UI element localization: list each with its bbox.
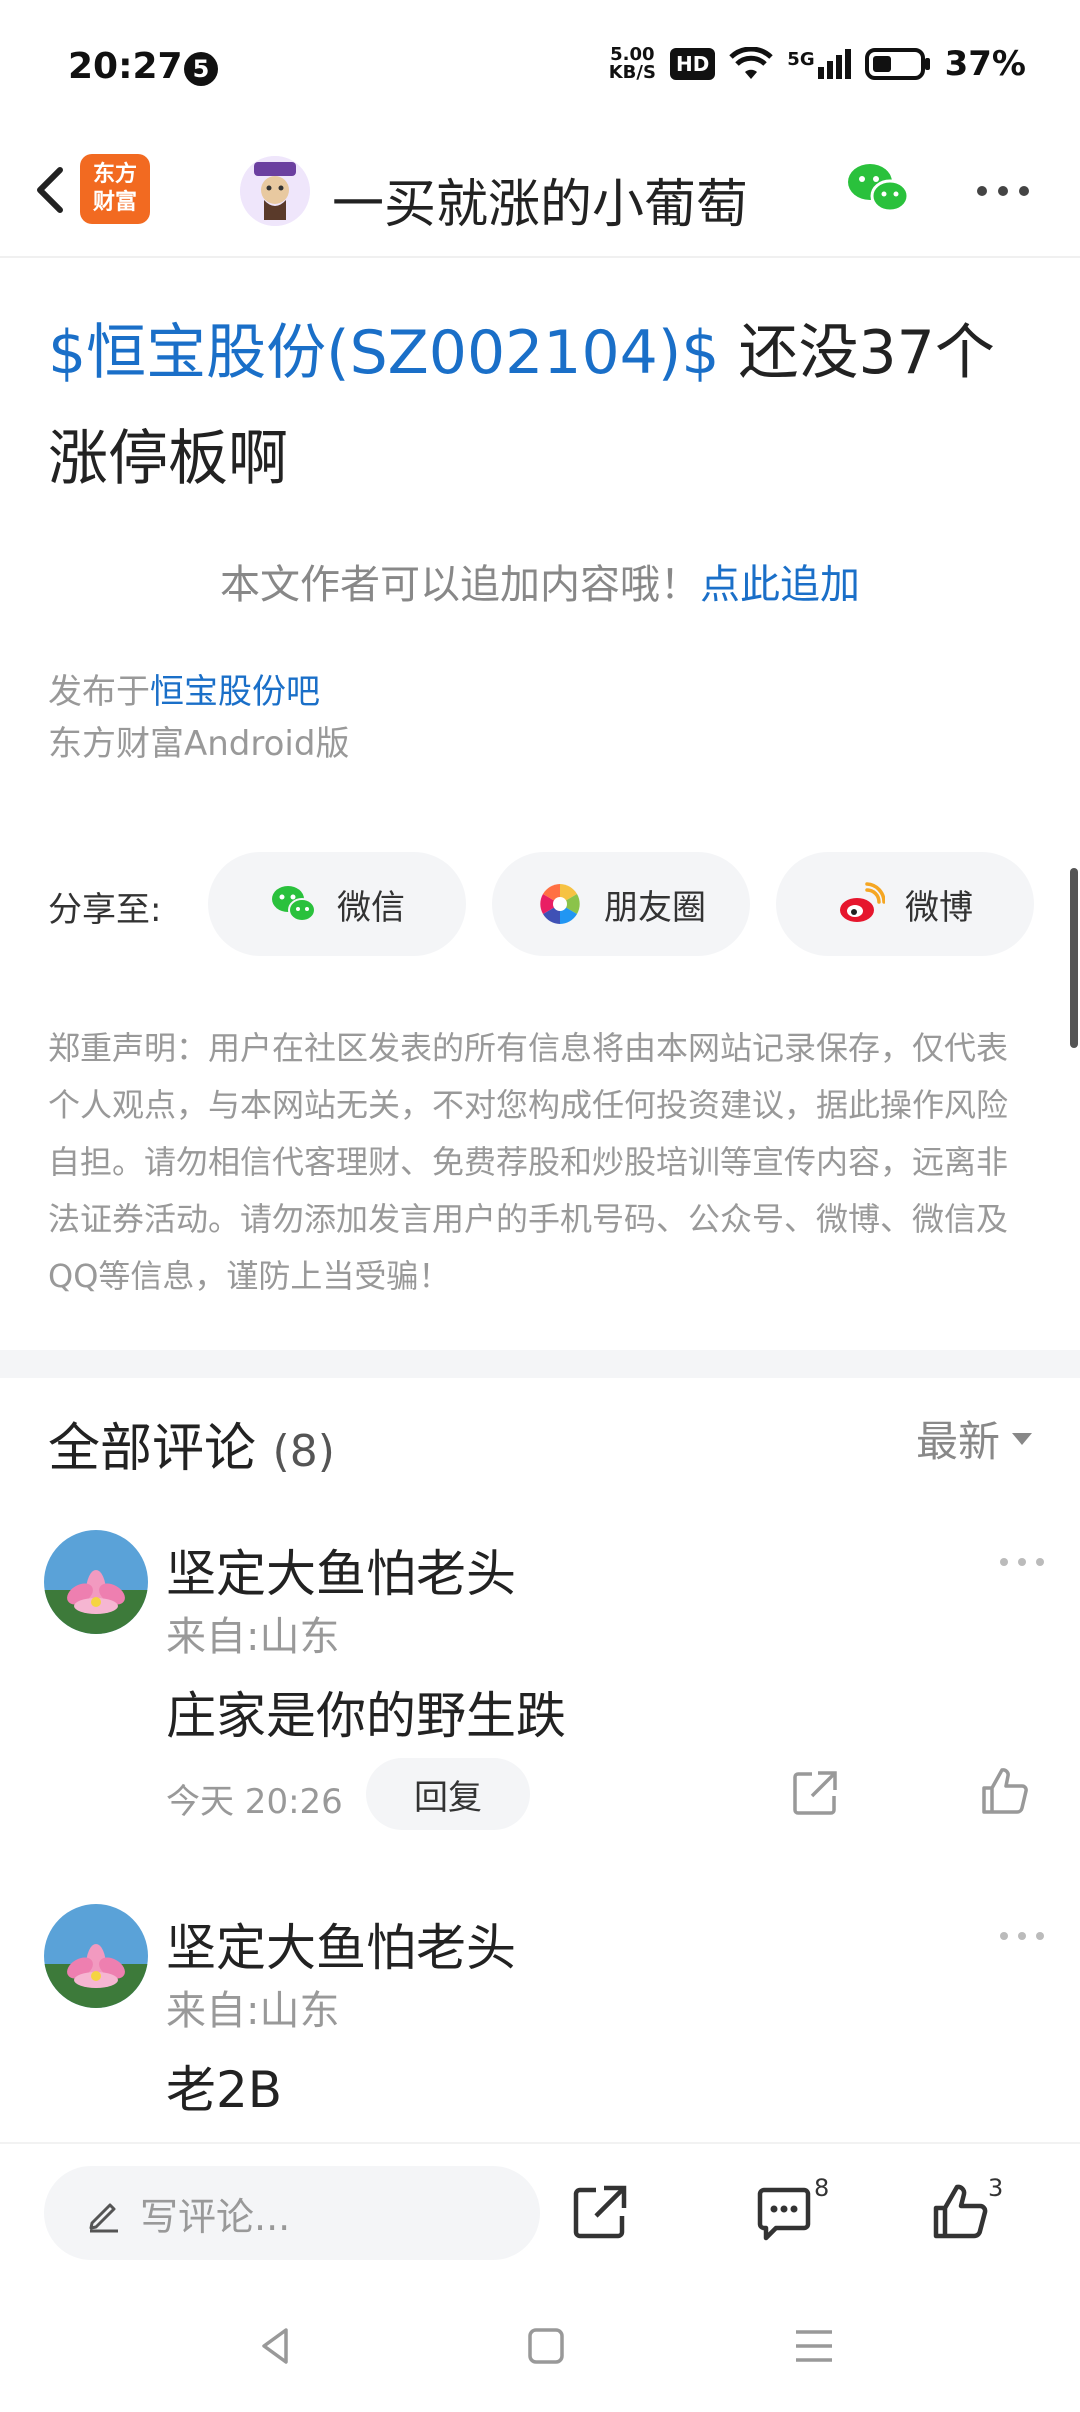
comment-like-icon[interactable] — [980, 1766, 1030, 1816]
comment-more-icon[interactable] — [998, 1930, 1046, 1942]
nav-back-icon[interactable] — [254, 2324, 298, 2368]
battery-percent: 37% — [944, 44, 1026, 84]
back-arrow-icon[interactable] — [22, 160, 82, 220]
wechat-icon[interactable] — [846, 160, 910, 216]
comment-time: 今天 20:26 — [166, 1782, 343, 1822]
append-prompt: 本文作者可以追加内容哦！点此追加 — [220, 562, 860, 608]
nav-menu-icon[interactable] — [792, 2324, 836, 2368]
comment-text: 庄家是你的野生跌 — [166, 1687, 566, 1745]
comment-more-icon[interactable] — [998, 1556, 1046, 1568]
commenter-name[interactable]: 坚定大鱼怕老头 — [166, 1534, 516, 1606]
hd-icon: HD — [669, 48, 716, 80]
author-name[interactable]: 一买就涨的小葡萄 — [332, 162, 748, 237]
commenter-location: 来自:山东 — [166, 1614, 340, 1660]
weibo-icon — [840, 882, 885, 922]
posted-in: 发布于恒宝股份吧 — [48, 672, 320, 712]
comment-share-icon[interactable] — [790, 1768, 840, 1818]
author-avatar[interactable] — [240, 156, 310, 226]
post-title: $恒宝股份(SZ002104)$ 还没37个涨停板啊 — [48, 300, 1038, 512]
reply-button[interactable]: 回复 — [366, 1758, 530, 1830]
write-comment-input[interactable]: 写评论... — [44, 2166, 540, 2260]
like-icon[interactable] — [930, 2182, 990, 2242]
sort-dropdown[interactable]: 最新 — [916, 1408, 1032, 1469]
section-divider — [0, 1350, 1080, 1378]
comments-count: (8) — [272, 1426, 335, 1477]
comments-header: 全部评论 (8) — [48, 1419, 335, 1479]
net-speed: 5.00 KB/S — [608, 44, 656, 83]
status-icons: 5.00 KB/S HD 5G 37% — [609, 44, 1026, 84]
signal-5g-icon: 5G — [787, 49, 851, 79]
status-time: 20:27 — [68, 46, 183, 87]
dropdown-arrow-icon — [1012, 1432, 1032, 1445]
comment-icon[interactable] — [754, 2184, 814, 2244]
share-icon[interactable] — [570, 2182, 630, 2242]
wechat-icon — [272, 886, 316, 922]
scrollbar[interactable] — [1070, 868, 1078, 1048]
battery-icon — [864, 48, 930, 80]
nav-home-icon[interactable] — [524, 2324, 568, 2368]
share-moments-button[interactable]: 朋友圈 — [492, 852, 750, 956]
disclaimer-text: 郑重声明：用户在社区发表的所有信息将由本网站记录保存，仅代表个人观点，与本网站无… — [48, 1029, 1009, 1295]
comment-count: 8 — [814, 2174, 830, 2202]
commenter-avatar[interactable] — [44, 1530, 148, 1634]
share-wechat-button[interactable]: 微信 — [208, 852, 466, 956]
more-options-icon[interactable] — [975, 184, 1031, 198]
append-link[interactable]: 点此追加 — [700, 562, 860, 608]
client-source: 东方财富Android版 — [48, 724, 350, 764]
commenter-name[interactable]: 坚定大鱼怕老头 — [166, 1908, 516, 1980]
share-weibo-button[interactable]: 微博 — [776, 852, 1034, 956]
stock-link[interactable]: $恒宝股份(SZ002104)$ — [48, 318, 719, 388]
forum-link[interactable]: 恒宝股份吧 — [150, 672, 320, 712]
notification-badge: 5 — [184, 52, 218, 86]
wifi-icon — [729, 47, 774, 79]
commenter-avatar[interactable] — [44, 1904, 148, 2008]
moments-icon — [540, 884, 580, 924]
like-count: 3 — [988, 2174, 1004, 2202]
share-label: 分享至: — [48, 890, 162, 930]
eastmoney-logo[interactable]: 东方 财富 — [80, 154, 150, 224]
pencil-icon — [89, 2203, 118, 2233]
commenter-location: 来自:山东 — [166, 1988, 340, 2034]
comment-text: 老2B — [166, 2061, 283, 2119]
